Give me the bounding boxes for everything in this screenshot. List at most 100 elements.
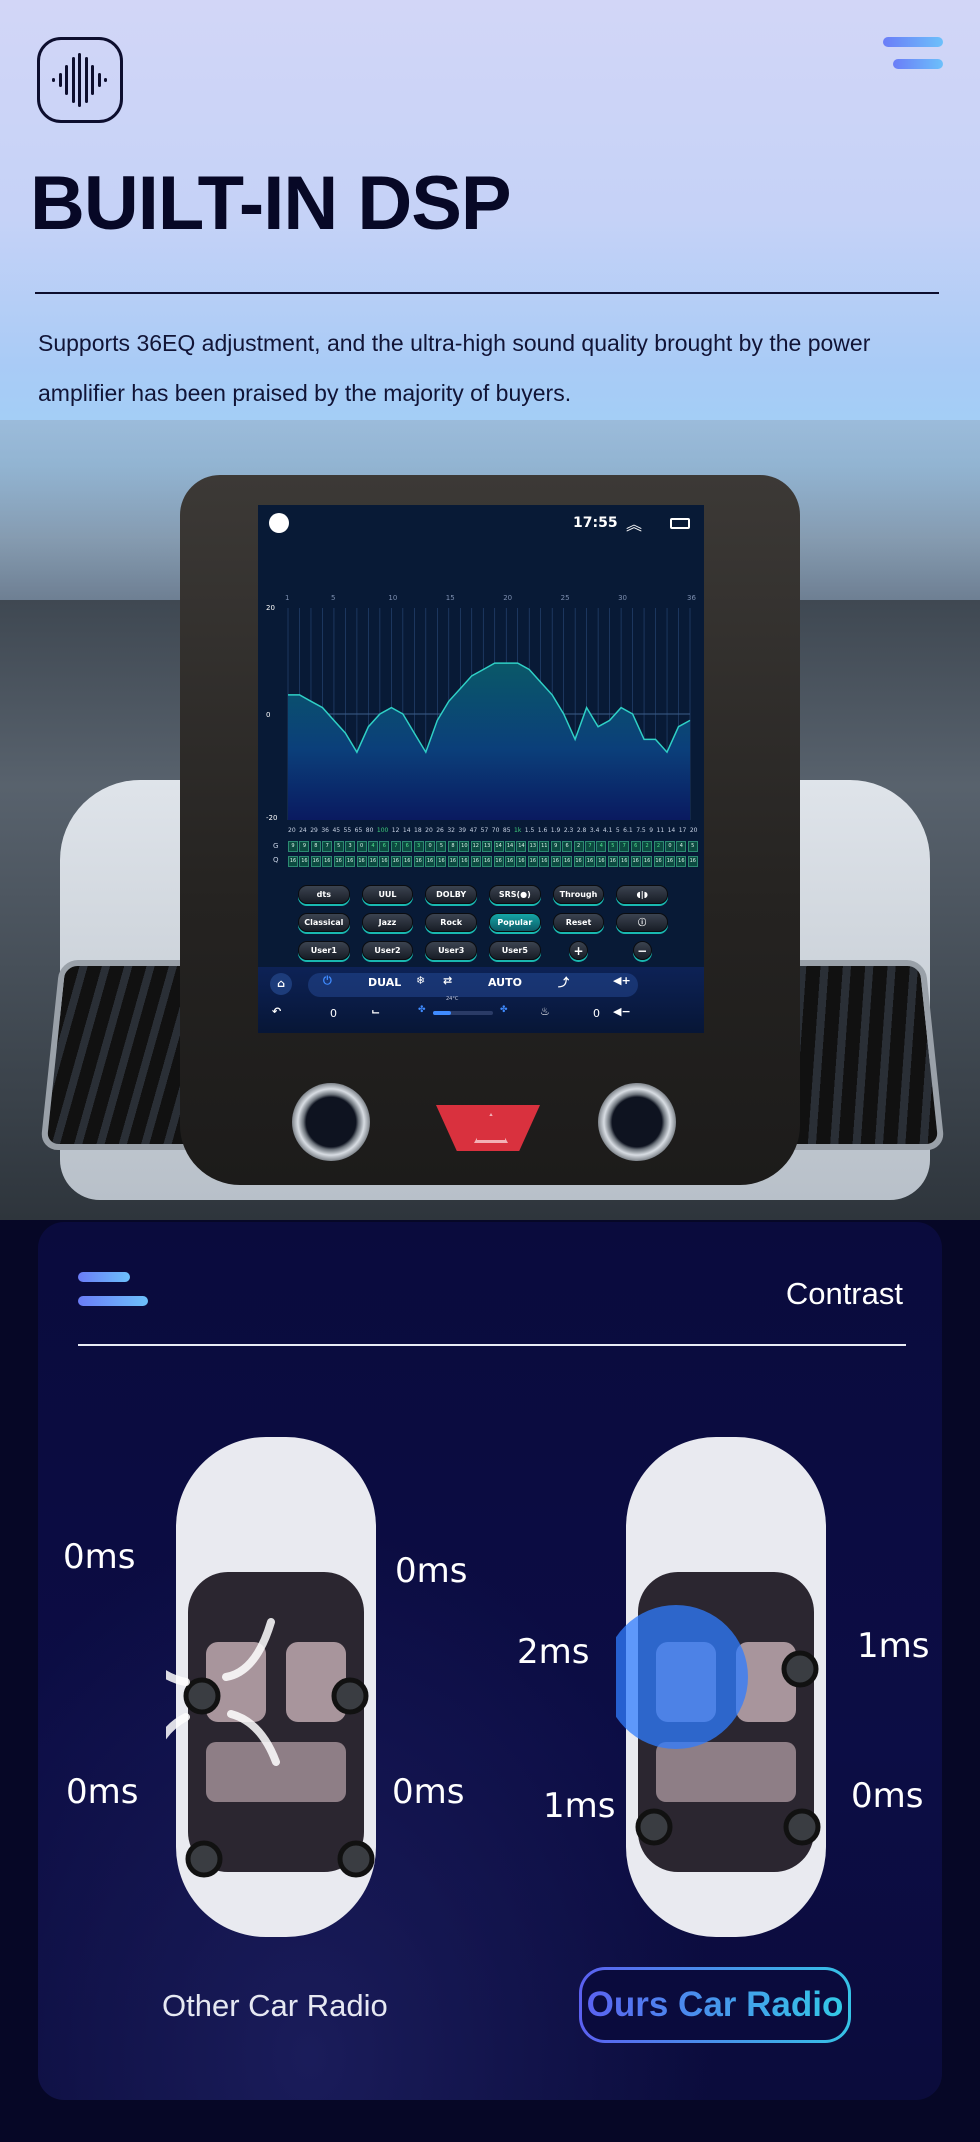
gain-cell[interactable]: 14 xyxy=(505,841,516,852)
gain-cell[interactable]: 3 xyxy=(413,841,424,852)
q-cell[interactable]: 16 xyxy=(539,856,550,867)
preset-button-classical[interactable]: Classical xyxy=(298,913,350,932)
q-cell[interactable]: 16 xyxy=(436,856,447,867)
q-cell[interactable]: 16 xyxy=(562,856,573,867)
airflow-icon[interactable]: ⤴ xyxy=(558,974,569,990)
fan-speed-slider[interactable] xyxy=(433,1011,493,1015)
q-cell[interactable]: 16 xyxy=(402,856,413,867)
gain-cell[interactable]: 0 xyxy=(664,841,675,852)
recirculation-icon[interactable]: ⇄ xyxy=(443,974,452,987)
preset-button-uul[interactable]: UUL xyxy=(361,885,414,904)
gain-cell[interactable]: 0 xyxy=(356,841,367,852)
q-cell[interactable]: 16 xyxy=(687,856,698,867)
q-cell[interactable]: 16 xyxy=(550,856,561,867)
volume-down-icon[interactable]: ◀− xyxy=(613,1005,631,1018)
gain-cell[interactable]: 7 xyxy=(584,841,595,852)
q-cell[interactable]: 16 xyxy=(367,856,378,867)
q-cell[interactable]: 16 xyxy=(653,856,664,867)
gain-cell[interactable]: 2 xyxy=(642,841,653,852)
window-icon[interactable] xyxy=(670,518,690,529)
preset-button-[interactable]: ⓘ xyxy=(616,913,668,932)
q-cell[interactable]: 16 xyxy=(676,856,687,867)
preset-button-rock[interactable]: Rock xyxy=(425,913,477,932)
gain-cell[interactable]: 0 xyxy=(425,841,436,852)
q-cell[interactable]: 16 xyxy=(493,856,504,867)
preset-button-[interactable]: + xyxy=(568,941,588,960)
gain-cell[interactable]: 5 xyxy=(687,841,698,852)
gain-cell[interactable]: 9 xyxy=(550,841,561,852)
auto-button[interactable]: AUTO xyxy=(488,976,522,989)
gain-cell[interactable]: 4 xyxy=(367,841,378,852)
gain-cell[interactable]: 6 xyxy=(379,841,390,852)
gain-cell[interactable]: 9 xyxy=(299,841,310,852)
gain-cell[interactable]: 5 xyxy=(436,841,447,852)
gain-cell[interactable]: 9 xyxy=(288,841,298,852)
q-cell[interactable]: 16 xyxy=(447,856,458,867)
power-icon[interactable]: ⏻ xyxy=(323,974,332,988)
q-cell[interactable]: 16 xyxy=(425,856,436,867)
gain-cell[interactable]: 13 xyxy=(482,841,493,852)
home-icon[interactable]: ⌂ xyxy=(270,973,292,995)
eq-curve-chart[interactable]: 200-201 5 10 15 20 25 30 36 xyxy=(258,580,704,825)
preset-button-user3[interactable]: User3 xyxy=(425,941,477,960)
preset-button-user1[interactable]: User1 xyxy=(298,941,350,960)
preset-button-[interactable]: − xyxy=(632,941,652,960)
seat-heat-icon[interactable]: ♨ xyxy=(540,1005,550,1018)
q-cell[interactable]: 16 xyxy=(413,856,424,867)
gain-cell[interactable]: 14 xyxy=(493,841,504,852)
q-cell[interactable]: 16 xyxy=(482,856,493,867)
q-cell[interactable]: 16 xyxy=(527,856,538,867)
preset-button-[interactable]: ◖|◗ xyxy=(616,885,668,904)
dual-button[interactable]: DUAL xyxy=(368,976,401,989)
q-cell[interactable]: 16 xyxy=(619,856,630,867)
gain-cell[interactable]: 8 xyxy=(447,841,458,852)
gain-cell[interactable]: 6 xyxy=(562,841,573,852)
gain-cell[interactable]: 2 xyxy=(573,841,584,852)
q-cell[interactable]: 16 xyxy=(379,856,390,867)
back-icon[interactable]: ↶ xyxy=(272,1005,281,1018)
volume-icon[interactable] xyxy=(269,513,289,533)
gain-cell[interactable]: 13 xyxy=(527,841,538,852)
gain-cell[interactable]: 8 xyxy=(310,841,321,852)
gain-cell[interactable]: 7 xyxy=(390,841,401,852)
q-cell[interactable]: 16 xyxy=(630,856,641,867)
gain-cell[interactable]: 11 xyxy=(539,841,550,852)
q-cell[interactable]: 16 xyxy=(345,856,356,867)
q-cell[interactable]: 16 xyxy=(390,856,401,867)
menu-icon[interactable] xyxy=(78,1272,148,1312)
q-cell[interactable]: 16 xyxy=(505,856,516,867)
preset-button-jazz[interactable]: Jazz xyxy=(361,913,414,932)
preset-button-through[interactable]: Through xyxy=(552,885,605,904)
preset-button-popular[interactable]: Popular xyxy=(489,913,541,932)
gain-cell[interactable]: 6 xyxy=(630,841,641,852)
q-cell[interactable]: 16 xyxy=(584,856,595,867)
preset-button-user5[interactable]: User5 xyxy=(489,941,541,960)
q-cell[interactable]: 16 xyxy=(459,856,470,867)
preset-button-reset[interactable]: Reset xyxy=(552,913,605,932)
preset-button-dts[interactable]: dts xyxy=(298,885,350,904)
q-cell[interactable]: 16 xyxy=(573,856,584,867)
chevron-up-icon[interactable]: ︽ xyxy=(626,511,642,535)
gain-cell[interactable]: 12 xyxy=(470,841,481,852)
gain-cell[interactable]: 4 xyxy=(676,841,687,852)
preset-button-dolby[interactable]: DOLBY xyxy=(425,885,477,904)
q-cell[interactable]: 16 xyxy=(288,856,298,867)
gain-cell[interactable]: 5 xyxy=(333,841,344,852)
gain-cell[interactable]: 7 xyxy=(322,841,333,852)
q-cell[interactable]: 16 xyxy=(607,856,618,867)
q-cell[interactable]: 16 xyxy=(470,856,481,867)
q-cell[interactable]: 16 xyxy=(642,856,653,867)
q-cell[interactable]: 16 xyxy=(356,856,367,867)
gain-cell[interactable]: 7 xyxy=(619,841,630,852)
gain-cell[interactable]: 6 xyxy=(402,841,413,852)
q-cell[interactable]: 16 xyxy=(664,856,675,867)
q-cell[interactable]: 16 xyxy=(516,856,527,867)
seat-icon[interactable]: ⌙ xyxy=(371,1005,380,1018)
preset-button-srs[interactable]: SRS(●) xyxy=(489,885,541,904)
ours-car-radio-button[interactable]: Ours Car Radio xyxy=(579,1967,851,2043)
volume-up-icon[interactable]: ◀+ xyxy=(613,974,631,987)
gain-cell[interactable]: 5 xyxy=(607,841,618,852)
gain-cell[interactable]: 10 xyxy=(459,841,470,852)
q-cell[interactable]: 16 xyxy=(310,856,321,867)
gain-cell[interactable]: 3 xyxy=(345,841,356,852)
